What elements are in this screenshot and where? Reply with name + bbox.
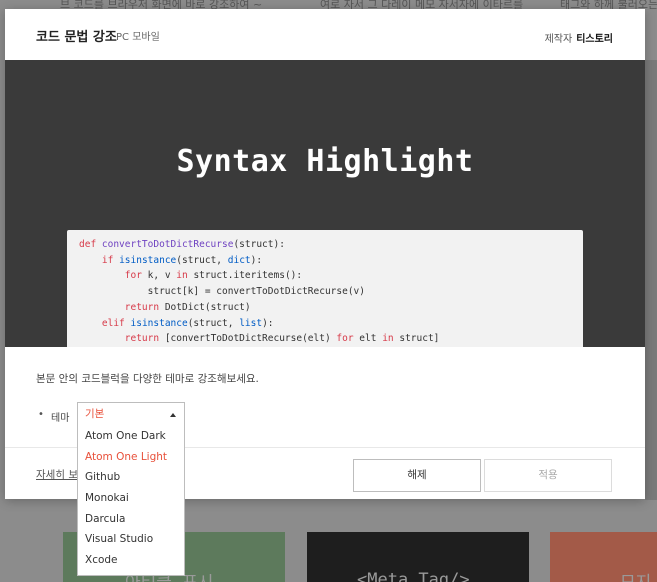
caret-up-icon bbox=[170, 413, 176, 417]
bg-right-strip bbox=[645, 60, 657, 500]
bullet: • bbox=[38, 409, 44, 420]
code-token: struct[k] = convertToDotDictRecurse(v) bbox=[147, 286, 365, 298]
maker-name: 티스토리 bbox=[576, 34, 613, 45]
theme-label: 테마 bbox=[51, 413, 70, 424]
preview-area: Syntax Highlight def convertToDotDictRec… bbox=[5, 60, 645, 347]
modal-subtitle: PC 모바일 bbox=[116, 32, 160, 43]
code-token: ): bbox=[250, 254, 263, 266]
preview-title: Syntax Highlight bbox=[176, 144, 474, 179]
code-token: (struct, bbox=[176, 254, 228, 266]
code-token: isinstance bbox=[130, 317, 188, 329]
theme-option[interactable]: Xcode bbox=[78, 550, 184, 571]
theme-option-list: Atom One Dark Atom One Light Github Monokai… bbox=[78, 426, 184, 571]
code-token: k, v bbox=[147, 270, 177, 282]
theme-option[interactable]: Monokai bbox=[78, 488, 184, 509]
theme-select[interactable]: 기본 Atom One Dark Atom One Light Github Mono… bbox=[77, 402, 185, 576]
code-token: [convertToDotDictRecurse(elt) bbox=[164, 333, 337, 345]
theme-option[interactable]: Atom One Dark bbox=[78, 426, 184, 447]
code-token: struct.iteritems(): bbox=[193, 270, 303, 282]
code-token: (struct, bbox=[187, 317, 240, 329]
code-token: list bbox=[239, 317, 263, 329]
code-token: elif bbox=[101, 317, 131, 329]
disable-button[interactable]: 해제 bbox=[353, 459, 481, 492]
plugin-description: 본문 안의 코드블럭을 다양한 테마로 강조해보세요. bbox=[36, 373, 259, 385]
code-sample: def convertToDotDictRecurse(struct): if … bbox=[67, 230, 583, 347]
modal-title: 코드 문법 강조 bbox=[36, 30, 117, 45]
maker-info: 제작자 티스토리 bbox=[545, 30, 613, 45]
code-token: return bbox=[124, 333, 165, 345]
code-token: for bbox=[336, 333, 360, 345]
code-token: for bbox=[124, 270, 148, 282]
code-token: convertToDotDictRecurse bbox=[101, 239, 234, 250]
theme-option[interactable]: Darcula bbox=[78, 509, 184, 530]
code-token: (struct): bbox=[233, 239, 285, 250]
code-token: ): bbox=[262, 317, 274, 329]
theme-option[interactable]: Atom One Light bbox=[78, 447, 184, 468]
maker-prefix: 제작자 bbox=[544, 34, 573, 45]
code-token: struct] bbox=[399, 333, 440, 345]
theme-option[interactable]: Visual Studio bbox=[78, 529, 184, 550]
theme-select-current[interactable]: 기본 bbox=[78, 403, 184, 426]
bg-card-2[interactable]: <Meta Tag/> bbox=[307, 532, 529, 582]
code-token: DotDict(struct) bbox=[164, 301, 251, 313]
bg-card-3[interactable]: 모지 bbox=[550, 532, 657, 582]
code-token: elt bbox=[359, 333, 383, 345]
code-token: return bbox=[124, 301, 165, 313]
code-token: if bbox=[101, 254, 120, 266]
apply-button[interactable]: 적용 bbox=[484, 459, 612, 492]
theme-option[interactable]: Github bbox=[78, 467, 184, 488]
code-token: def bbox=[79, 239, 102, 250]
code-token: in bbox=[176, 270, 194, 282]
modal-header: 코드 문법 강조 PC 모바일 제작자 티스토리 bbox=[5, 9, 645, 60]
code-token: isinstance bbox=[119, 254, 177, 266]
code-token: dict bbox=[227, 254, 251, 266]
theme-select-value: 기본 bbox=[85, 408, 105, 420]
bg-card-3-label: 모지 bbox=[620, 568, 651, 582]
bg-card-2-label: <Meta Tag/> bbox=[357, 570, 470, 582]
code-token: in bbox=[382, 333, 400, 345]
